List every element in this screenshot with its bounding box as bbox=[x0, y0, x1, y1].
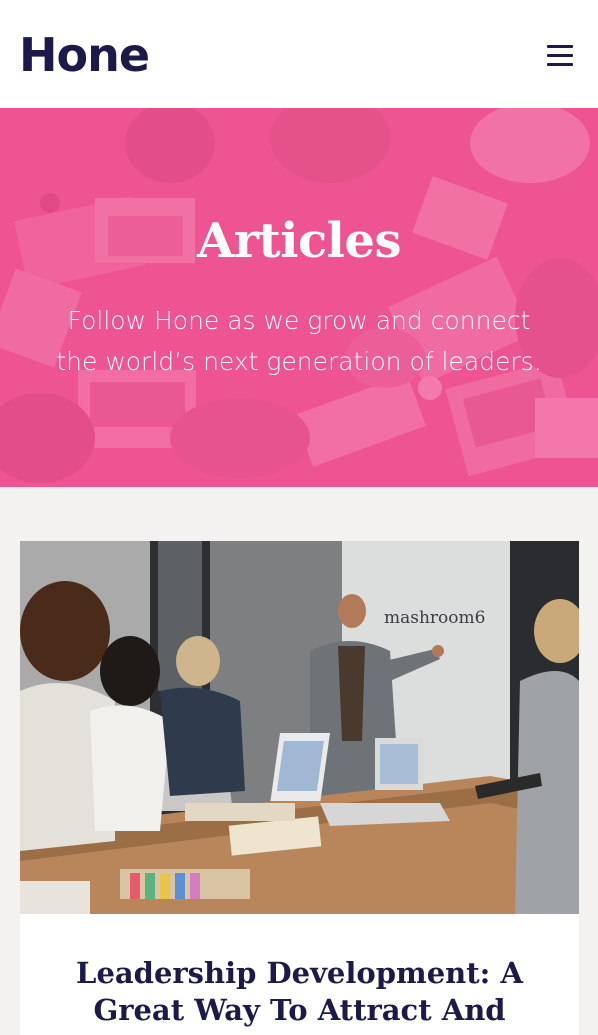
meeting-photo: mashroom6 bbox=[20, 541, 579, 914]
wall-sign-text: mashroom6 bbox=[384, 608, 485, 628]
article-title[interactable]: Leadership Development: A Great Way To A… bbox=[40, 955, 559, 1029]
hero-content: Articles Follow Hone as we grow and conn… bbox=[0, 108, 598, 487]
hero-banner: Articles Follow Hone as we grow and conn… bbox=[0, 108, 598, 487]
article-card[interactable]: mashroom6 Leadership Development: A Grea… bbox=[20, 541, 579, 1035]
menu-line bbox=[547, 53, 573, 57]
site-logo[interactable]: Hone bbox=[19, 32, 150, 78]
hero-subtitle: Follow Hone as we grow and connect the w… bbox=[56, 306, 542, 376]
article-image[interactable]: mashroom6 bbox=[20, 541, 579, 914]
site-header: Hone bbox=[0, 0, 598, 108]
menu-line bbox=[547, 62, 573, 66]
page-title: Articles bbox=[197, 213, 401, 269]
hamburger-menu-icon[interactable] bbox=[547, 41, 579, 69]
menu-line bbox=[547, 44, 573, 48]
